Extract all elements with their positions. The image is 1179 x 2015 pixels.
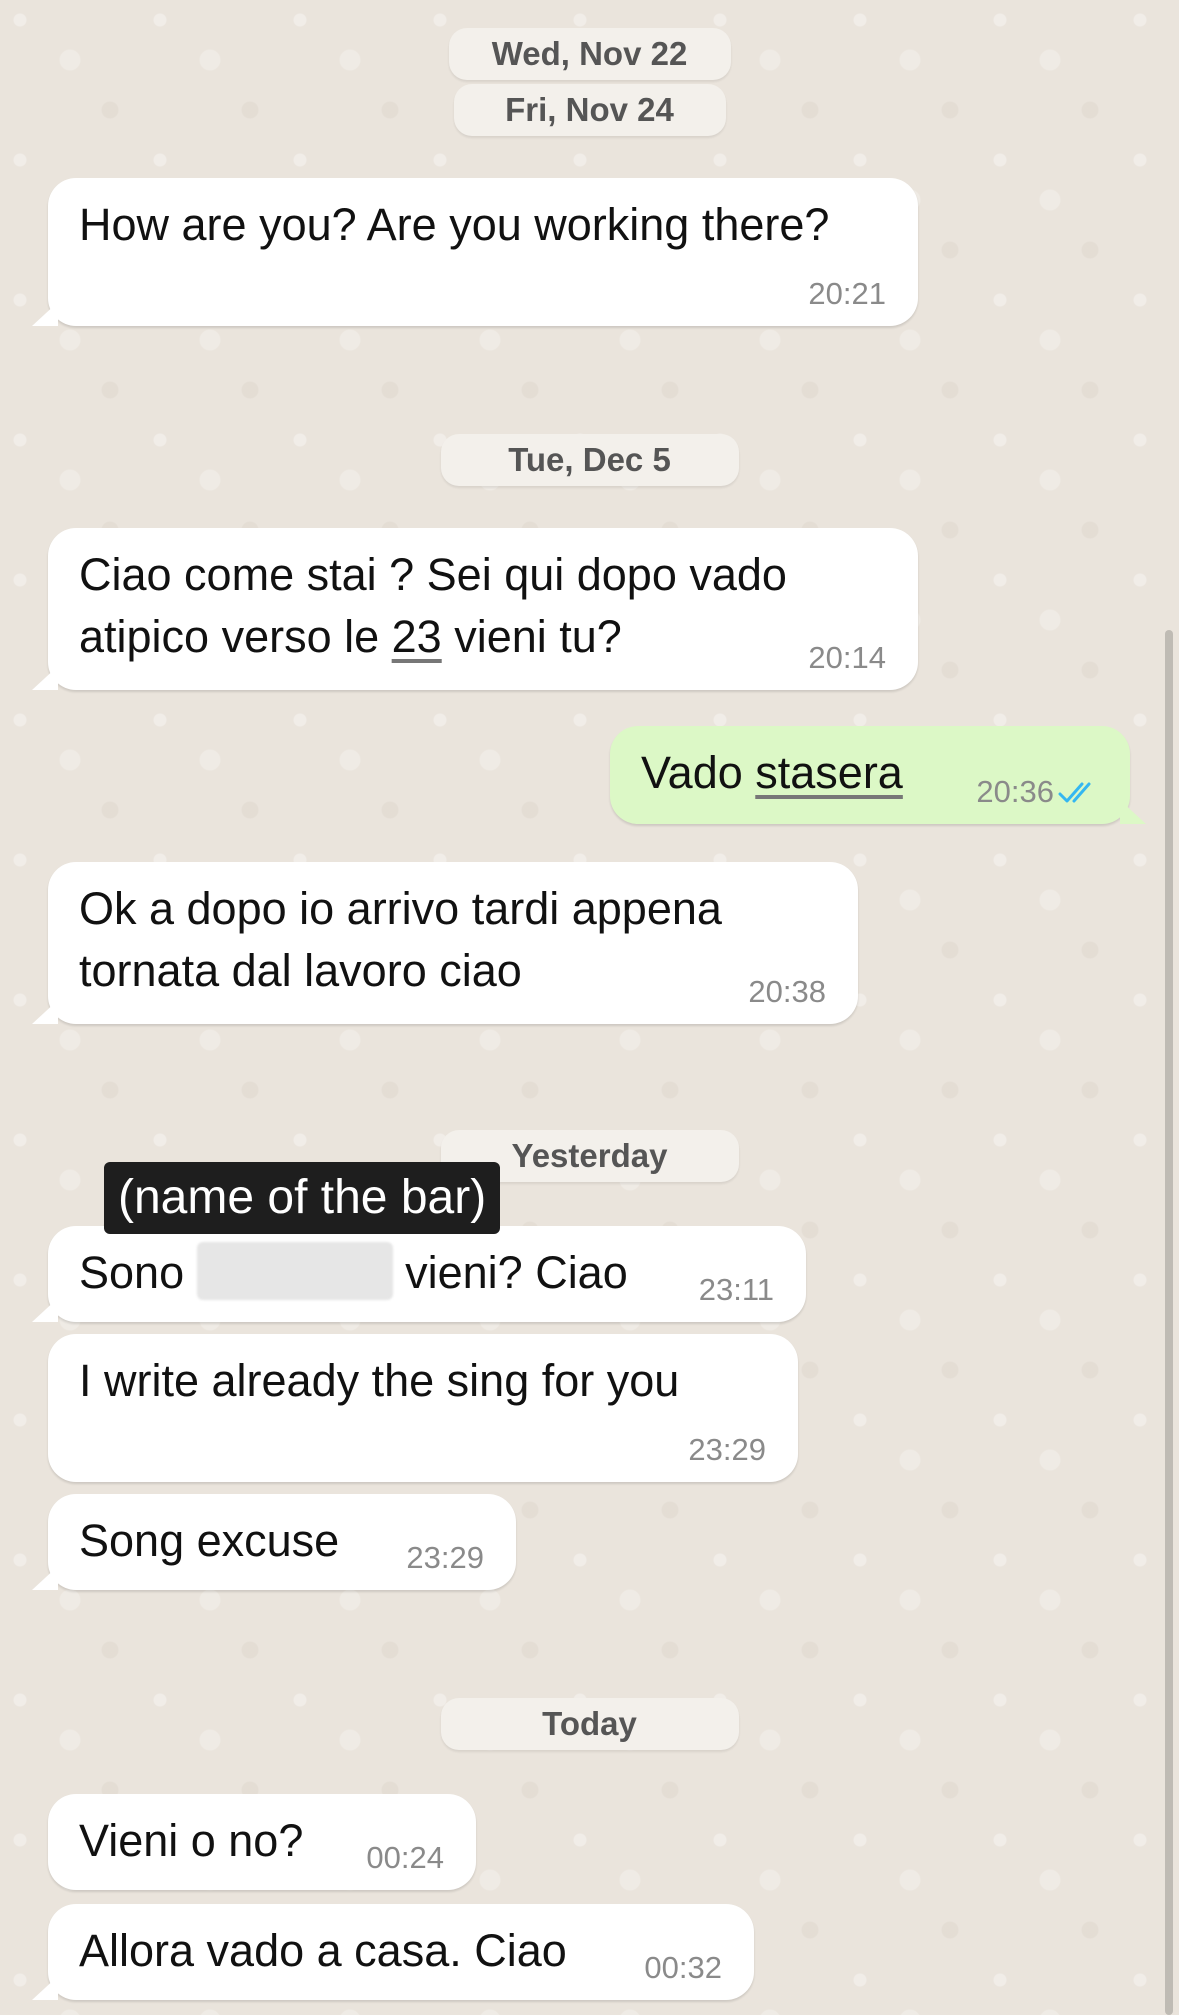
message-time: 23:11 [698,1272,774,1307]
message-time: 20:38 [748,974,826,1009]
message-time: 23:29 [406,1540,484,1575]
message-text: Sono vieni? Ciao [79,1242,628,1304]
message-text: Vado stasera [641,747,903,798]
message-bubble-outgoing[interactable]: Vado stasera 20:36 [610,726,1146,824]
detected-time-link[interactable]: stasera [755,747,903,798]
date-separator-fri-nov24: Fri, Nov 24 [453,84,726,136]
message-time: 20:21 [808,276,886,311]
message-text: How are you? Are you working there? [79,199,830,250]
scrollbar[interactable] [1165,630,1173,2015]
date-separator-tue-dec5: Tue, Dec 5 [440,434,739,486]
detected-time-link[interactable]: 23 [392,611,442,662]
message-bubble-incoming[interactable]: Ciao come stai ? Sei qui dopo vado atipi… [32,528,918,690]
chat-thread[interactable]: Wed, Nov 22 Fri, Nov 24 How are you? Are… [0,0,1179,2015]
bubble-tail [32,302,58,326]
message-text: Ok a dopo io arrivo tardi appena tornata… [79,883,722,996]
bubble-tail [32,1566,58,1590]
message-text: Allora vado a casa. Ciao [79,1925,567,1976]
bubble-tail [32,666,58,690]
bubble-tail [32,1298,58,1322]
bubble-tail [32,1976,58,2000]
message-bubble-incoming[interactable]: Sono vieni? Ciao 23:11 [32,1226,806,1322]
message-text: Vieni o no? [79,1815,304,1866]
bubble-tail [1120,800,1146,824]
message-bubble-incoming[interactable]: I write already the sing for you 23:29 [48,1334,798,1482]
message-text: I write already the sing for you [79,1355,680,1406]
annotation-label: (name of the bar) [104,1162,501,1234]
date-separator-wed-nov22: Wed, Nov 22 [448,28,731,80]
redacted-blur [196,1242,393,1300]
message-bubble-incoming[interactable]: Vieni o no? 00:24 [48,1794,476,1890]
bubble-tail [32,1000,58,1024]
message-time: 00:24 [366,1840,444,1875]
message-bubble-incoming[interactable]: How are you? Are you working there? 20:2… [32,178,918,326]
message-time: 00:32 [644,1950,722,1985]
message-text: Song excuse [79,1515,340,1566]
message-text: Ciao come stai ? Sei qui dopo vado atipi… [79,549,787,662]
message-time: 20:36 [976,774,1054,809]
message-time: 23:29 [688,1432,766,1467]
message-bubble-incoming[interactable]: Ok a dopo io arrivo tardi appena tornata… [32,862,858,1024]
double-check-icon [1058,782,1091,803]
date-separator-today: Today [440,1698,739,1750]
message-bubble-incoming[interactable]: Allora vado a casa. Ciao 00:32 [32,1904,754,2000]
message-bubble-incoming[interactable]: Song excuse 23:29 [32,1494,516,1590]
message-time: 20:14 [808,640,886,675]
